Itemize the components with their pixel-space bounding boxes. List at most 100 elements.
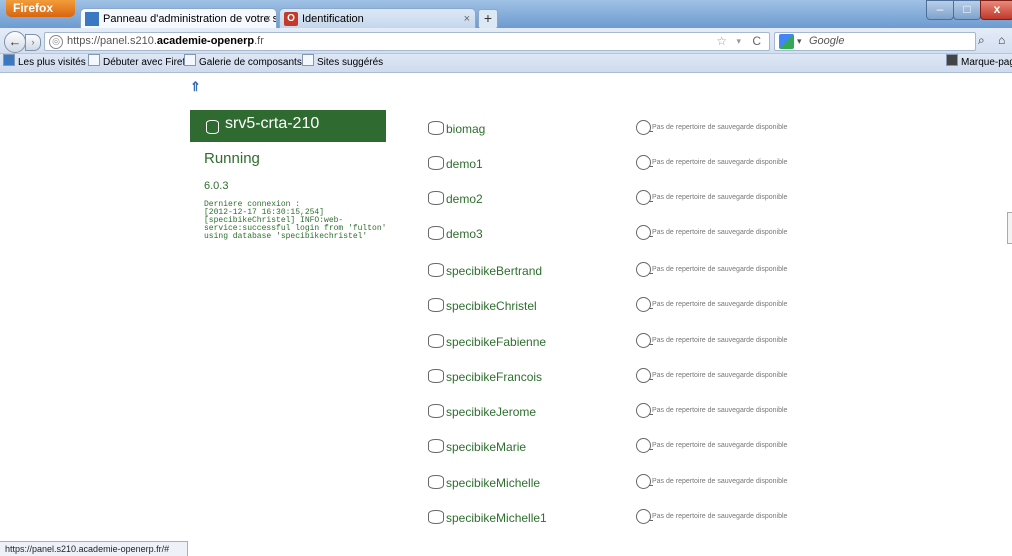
upload-icon[interactable]: ⇑ [190,80,204,94]
database-row-biomag[interactable]: biomag Pas de repertoire de sauvegarde d… [428,120,988,140]
search-engine-dropdown-icon[interactable]: ▾ [797,33,802,50]
database-name[interactable]: specibikeMarie [446,440,526,454]
empty-circle-icon-tail [649,344,653,345]
tab-close-icon[interactable]: × [265,9,271,29]
backup-status: Pas de repertoire de sauvegarde disponib… [652,124,788,131]
backup-status: Pas de repertoire de sauvegarde disponib… [652,478,788,485]
empty-circle-icon [636,155,651,170]
database-name[interactable]: biomag [446,122,485,136]
empty-circle-icon [636,333,651,348]
empty-circle-icon-tail [649,131,653,132]
server-database-icon [206,120,219,134]
url-suffix: .fr [254,35,264,47]
site-identity-icon[interactable]: ◎ [49,35,63,49]
new-tab-button[interactable]: + [478,9,498,29]
database-icon [428,191,444,205]
tab-admin-panel[interactable]: Panneau d'administration de votre se... … [80,8,277,29]
database-row-specibikemichelle[interactable]: specibikeMichelle Pas de repertoire de s… [428,474,988,494]
empty-circle-icon-tail [649,201,653,202]
bookmark-page-icon [302,54,314,66]
backup-status: Pas de repertoire de sauvegarde disponib… [652,266,788,273]
search-icon[interactable]: ⌕ [978,33,994,49]
empty-circle-icon-tail [649,485,653,486]
database-name[interactable]: specibikeChristel [446,299,537,313]
bookmark-addons-gallery[interactable]: Galerie de composants... [184,54,310,72]
maximize-button[interactable]: □ [953,0,981,20]
empty-circle-icon-tail [649,166,653,167]
database-row-specibikefrancois[interactable]: specibikeFrancois Pas de repertoire de s… [428,368,988,388]
database-icon [428,510,444,524]
server-name: srv5-crta-210 [225,115,320,132]
bookmark-label: Débuter avec Firefox [103,57,196,68]
database-icon [428,439,444,453]
database-name[interactable]: specibikeFabienne [446,335,546,349]
backup-status: Pas de repertoire de sauvegarde disponib… [652,159,788,166]
database-row-demo3[interactable]: demo3 Pas de repertoire de sauvegarde di… [428,225,988,245]
empty-circle-icon-tail [649,308,653,309]
close-window-button[interactable]: x [980,0,1012,20]
url-text[interactable]: https://panel.s210.academie-openerp.fr [67,33,264,50]
empty-circle-icon-tail [649,414,653,415]
database-name[interactable]: demo3 [446,227,483,241]
empty-circle-icon [636,297,651,312]
database-row-demo2[interactable]: demo2 Pas de repertoire de sauvegarde di… [428,190,988,210]
database-row-specibikemichelle1[interactable]: specibikeMichelle1 Pas de repertoire de … [428,509,988,529]
backup-status: Pas de repertoire de sauvegarde disponib… [652,372,788,379]
database-row-specibikefabienne[interactable]: specibikeFabienne Pas de repertoire de s… [428,333,988,353]
url-dropdown-icon[interactable]: ▾ [736,33,741,50]
database-icon [428,226,444,240]
empty-circle-icon [636,120,651,135]
database-row-specibikejerome[interactable]: specibikeJerome Pas de repertoire de sau… [428,403,988,423]
minimize-button[interactable]: – [926,0,954,20]
url-domain: academie-openerp [156,35,255,47]
side-scroll-tab[interactable] [1007,212,1012,244]
page-favicon-icon [85,12,99,26]
reload-button[interactable]: C [752,33,761,50]
bookmark-page-icon [184,54,196,66]
search-bar[interactable]: ▾ Google [774,32,976,51]
database-icon [428,156,444,170]
database-name[interactable]: specibikeMichelle1 [446,511,547,525]
database-icon [428,298,444,312]
empty-circle-icon-tail [649,449,653,450]
server-header[interactable]: srv5-crta-210 [190,110,386,142]
navigation-bar: ← › ◎ https://panel.s210.academie-opener… [0,28,1012,54]
home-icon[interactable]: ⌂ [998,33,1012,49]
empty-circle-icon [636,438,651,453]
tab-close-icon[interactable]: × [464,9,470,29]
backup-status: Pas de repertoire de sauvegarde disponib… [652,442,788,449]
database-icon [428,404,444,418]
firefox-menu-button[interactable]: Firefox [6,0,75,17]
bookmark-most-visited[interactable]: Les plus visités [3,54,86,72]
forward-button[interactable]: › [25,34,41,51]
back-button[interactable]: ← [4,31,26,53]
bookmark-suggested-sites[interactable]: Sites suggérés [302,54,383,72]
search-input[interactable]: Google [809,33,844,50]
bookmark-label: Sites suggérés [317,57,384,68]
database-icon [428,334,444,348]
server-version: 6.0.3 [204,180,229,192]
empty-circle-icon [636,403,651,418]
database-row-specibikemarie[interactable]: specibikeMarie Pas de repertoire de sauv… [428,438,988,458]
database-name[interactable]: demo2 [446,192,483,206]
database-row-demo1[interactable]: demo1 Pas de repertoire de sauvegarde di… [428,155,988,175]
database-row-specibikechristel[interactable]: specibikeChristel Pas de repertoire de s… [428,297,988,317]
database-name[interactable]: specibikeJerome [446,405,536,419]
bookmark-getting-started[interactable]: Débuter avec Firefox [88,54,196,72]
google-engine-icon[interactable] [779,34,794,49]
bookmark-star-icon[interactable]: ☆ [716,33,727,50]
empty-circle-icon [636,262,651,277]
url-bar[interactable]: ◎ https://panel.s210.academie-openerp.fr… [44,32,770,51]
last-connection-log: Derniere connexion : [2012-12-17 16:30:1… [204,200,387,241]
database-name[interactable]: specibikeFrancois [446,370,542,384]
tab-identification[interactable]: O Identification × [279,8,476,29]
bookmarks-menu[interactable]: Marque-pag [946,54,1012,72]
backup-status: Pas de repertoire de sauvegarde disponib… [652,301,788,308]
database-name[interactable]: specibikeMichelle [446,476,540,490]
database-name[interactable]: specibikeBertrand [446,264,542,278]
database-name[interactable]: demo1 [446,157,483,171]
database-row-specibikebertrand[interactable]: specibikeBertrand Pas de repertoire de s… [428,262,988,282]
bookmarks-menu-icon [946,54,958,66]
empty-circle-icon-tail [649,520,653,521]
empty-circle-icon [636,190,651,205]
